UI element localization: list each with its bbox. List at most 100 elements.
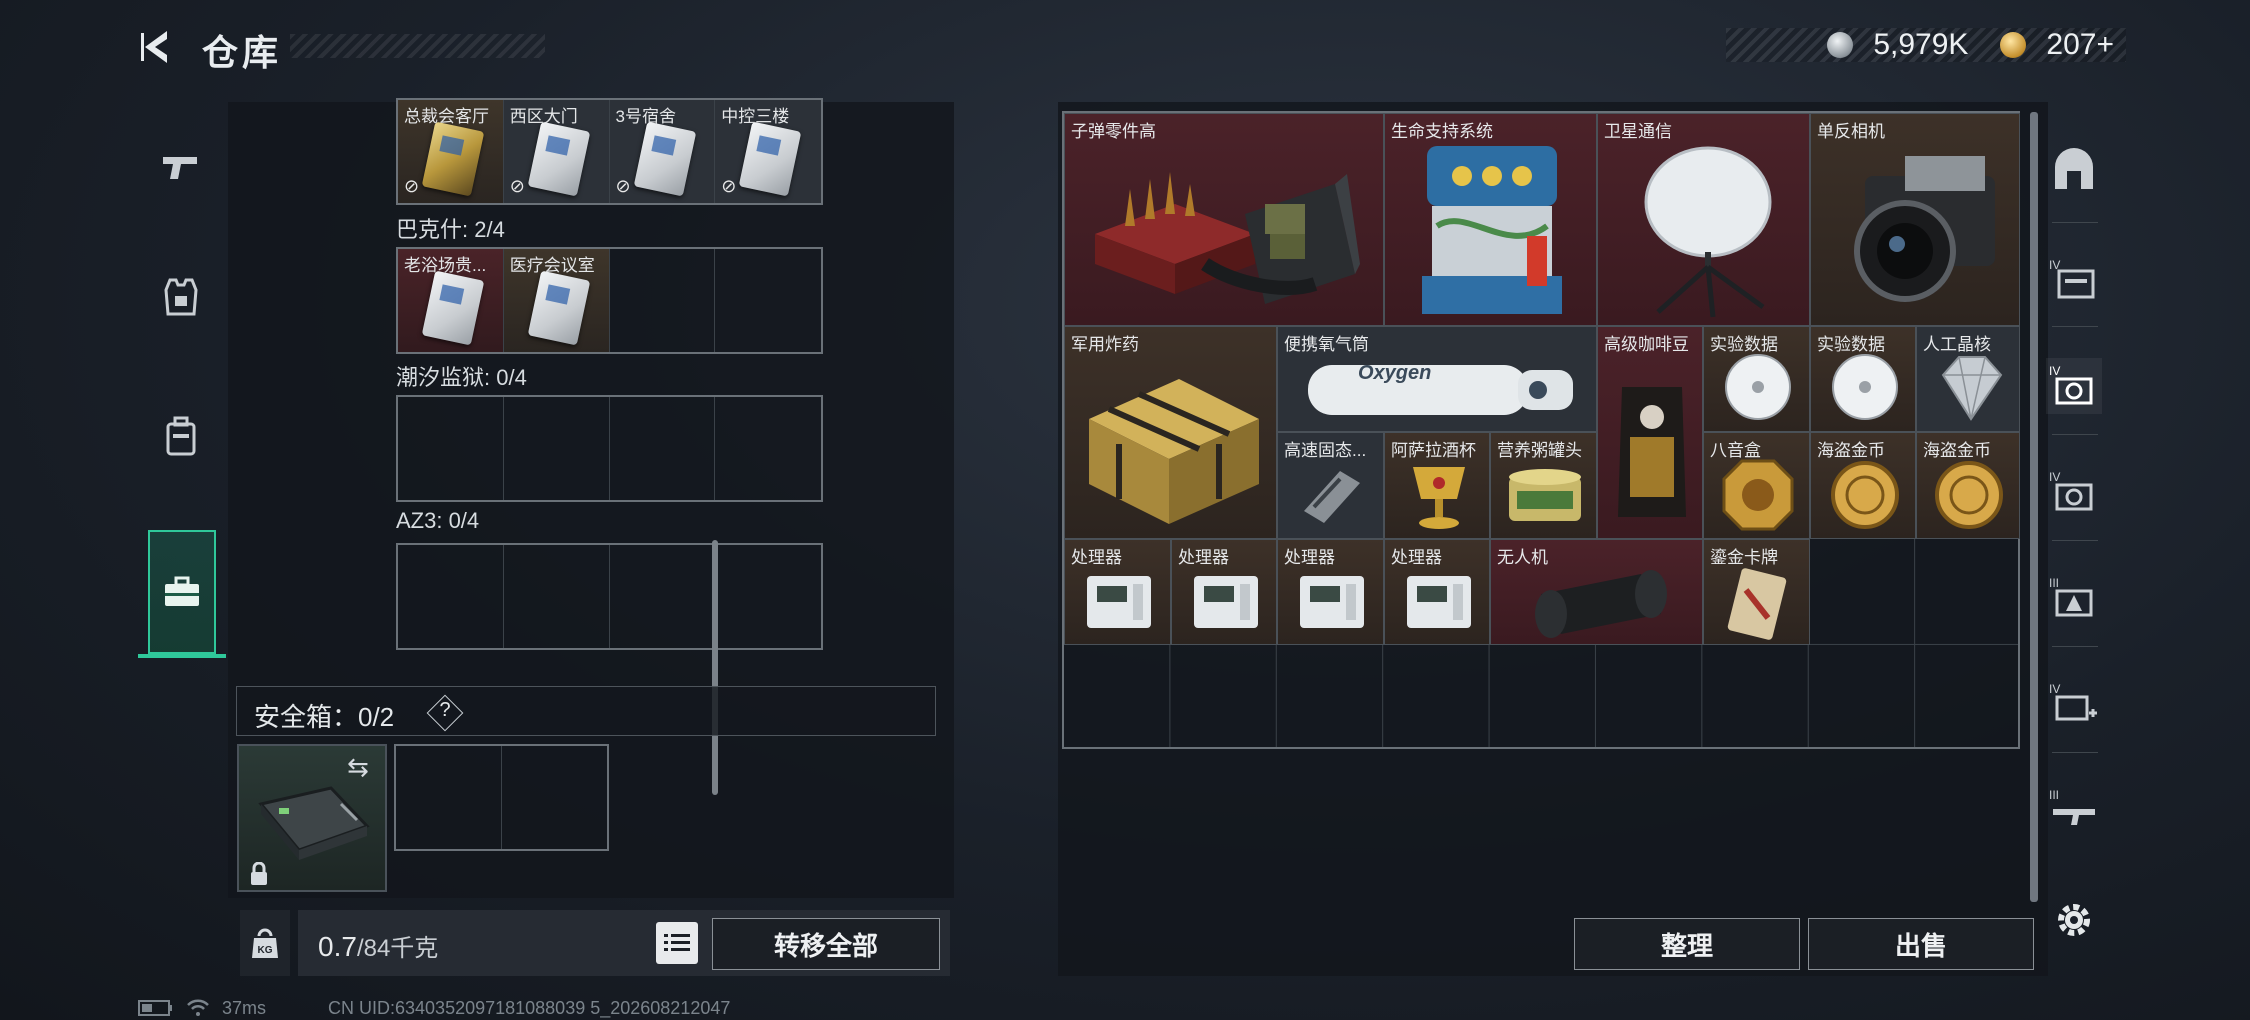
item-processor-2[interactable]: 处理器	[1171, 539, 1277, 645]
transfer-all-button[interactable]: 转移全部	[712, 918, 940, 970]
item-artificial-crystal[interactable]: 人工晶核	[1916, 326, 2020, 432]
key-slot[interactable]: 医疗会议室	[503, 249, 610, 352]
camera-icon	[1854, 156, 1995, 302]
item-pirate-coin-1[interactable]: 海盗金币	[1810, 432, 1916, 539]
processor-module-icon	[1194, 576, 1258, 628]
empty-key-slot[interactable]	[398, 545, 504, 648]
item-satellite-comm[interactable]: 卫星通信	[1597, 113, 1810, 326]
backpack-icon	[166, 416, 196, 456]
unusable-icon: ⊘	[509, 176, 525, 196]
gold-currency-value[interactable]: 207+	[2046, 28, 2114, 62]
tab-tier4-container[interactable]: IV	[2046, 252, 2102, 308]
section-label-bakesh: 巴克什: 2/4	[396, 217, 505, 242]
key-slot[interactable]: 中控三楼 ⊘	[715, 100, 821, 203]
key-slot[interactable]: 西区大门 ⊘	[503, 100, 610, 203]
tab-tier4-camera[interactable]: IV	[2046, 358, 2102, 414]
key-slot-row: 老浴场贵... 医疗会议室	[396, 247, 823, 354]
empty-key-slot[interactable]	[504, 397, 610, 500]
key-slot[interactable]: 老浴场贵...	[398, 249, 504, 352]
tab-tier3-warning[interactable]: III	[2046, 570, 2102, 626]
nav-backpack[interactable]	[138, 372, 224, 500]
key-slot[interactable]: 总裁会客厅 ⊘	[398, 100, 504, 203]
empty-key-slot[interactable]	[715, 397, 821, 500]
battery-icon	[138, 1000, 172, 1016]
processor-module-icon	[1407, 576, 1471, 628]
tier4-camera-alt-icon: IV	[2049, 470, 2093, 511]
item-solid-state-drive[interactable]: 高速固态...	[1277, 432, 1384, 539]
vault-icon	[2055, 148, 2093, 189]
chalice-icon	[1413, 467, 1465, 529]
empty-safe-slot[interactable]	[502, 746, 608, 849]
unusable-icon: ⊘	[615, 176, 631, 196]
item-oxygen-tank[interactable]: 便携氧气筒 Oxygen	[1277, 326, 1597, 432]
svg-text:Oxygen: Oxygen	[1358, 362, 1431, 384]
empty-key-slot[interactable]	[715, 545, 821, 648]
item-processor-3[interactable]: 处理器	[1277, 539, 1384, 645]
empty-key-slot[interactable]	[398, 397, 504, 500]
octagon-box-icon	[1722, 459, 1794, 531]
nav-keys-toolbox[interactable]	[138, 530, 226, 658]
backpack-scrollbar[interactable]	[712, 540, 718, 795]
empty-key-slot[interactable]	[610, 249, 716, 352]
key-slot[interactable]: 3号宿舍 ⊘	[609, 100, 716, 203]
left-category-nav	[138, 102, 226, 672]
item-name: 单反相机	[1817, 122, 1885, 141]
nav-armor[interactable]	[138, 232, 224, 360]
weight-value: 0.7/84千克	[318, 931, 439, 962]
item-name: 营养粥罐头	[1497, 441, 1582, 460]
tier3-warning-icon: III	[2049, 576, 2093, 617]
ammo-crate-icon	[1095, 172, 1360, 304]
item-processor-1[interactable]: 处理器	[1064, 539, 1171, 645]
empty-key-slot[interactable]	[715, 249, 821, 352]
list-view-button[interactable]	[656, 922, 698, 964]
item-military-explosive[interactable]: 军用炸药	[1064, 326, 1277, 539]
item-slr-camera[interactable]: 单反相机	[1810, 113, 2020, 326]
item-experiment-data-1[interactable]: 实验数据	[1703, 326, 1810, 432]
section-label-az3: AZ3: 0/4	[396, 508, 480, 533]
item-processor-4[interactable]: 处理器	[1384, 539, 1490, 645]
explosive-crate-icon	[1089, 379, 1259, 524]
warehouse-scrollbar[interactable]	[2030, 112, 2038, 902]
sort-button[interactable]: 整理	[1574, 918, 1800, 970]
item-name: 军用炸药	[1071, 335, 1139, 354]
empty-key-slot[interactable]	[610, 545, 716, 648]
keycard-icon	[421, 270, 485, 346]
life-support-machine-icon	[1422, 146, 1562, 314]
empty-key-slot[interactable]	[504, 545, 610, 648]
settings-button[interactable]	[2046, 892, 2102, 948]
item-music-box[interactable]: 八音盒	[1703, 432, 1810, 539]
safe-box-container[interactable]: ⇆	[237, 744, 387, 892]
empty-safe-slot[interactable]	[396, 746, 502, 849]
item-canned-porridge[interactable]: 营养粥罐头	[1490, 432, 1597, 539]
user-uid: CN UID:6340352097181088039 5_20260821204…	[328, 997, 731, 1018]
item-asara-chalice[interactable]: 阿萨拉酒杯	[1384, 432, 1490, 539]
item-life-support[interactable]: 生命支持系统	[1384, 113, 1597, 326]
nav-weapons[interactable]	[138, 102, 224, 230]
item-name: 实验数据	[1817, 335, 1885, 354]
settings-gear-icon	[2058, 904, 2090, 936]
svg-text:IV: IV	[2049, 682, 2060, 696]
item-name: 便携氧气筒	[1284, 335, 1369, 354]
processor-module-icon	[1087, 576, 1151, 628]
tab-tier4-medkit[interactable]: IV	[2046, 676, 2102, 732]
item-ammo-parts[interactable]: 子弹零件高	[1064, 113, 1384, 326]
empty-key-slot[interactable]	[610, 397, 716, 500]
coffee-bag-icon	[1618, 387, 1686, 517]
oxygen-cylinder-icon: Oxygen	[1308, 362, 1573, 415]
item-premium-coffee[interactable]: 高级咖啡豆	[1597, 326, 1703, 539]
unusable-icon: ⊘	[721, 176, 737, 196]
tier4-medkit-icon: IV	[2049, 682, 2097, 721]
title-decoration	[290, 34, 545, 58]
swap-arrows-icon[interactable]: ⇆	[347, 752, 369, 783]
tab-tier3-rifle[interactable]: III	[2046, 782, 2102, 838]
item-experiment-data-2[interactable]: 实验数据	[1810, 326, 1916, 432]
item-drone[interactable]: 无人机	[1490, 539, 1703, 645]
item-pirate-coin-2[interactable]: 海盗金币	[1916, 432, 2020, 539]
tab-tier4-camera-alt[interactable]: IV	[2046, 464, 2102, 520]
item-gilded-card[interactable]: 鎏金卡牌	[1703, 539, 1810, 645]
back-button[interactable]	[132, 22, 182, 72]
tab-vault[interactable]	[2046, 142, 2102, 198]
sell-button[interactable]: 出售	[1808, 918, 2034, 970]
item-name: 高速固态...	[1284, 441, 1367, 460]
warehouse-grid: 子弹零件高 生命支持系统 卫星通信 单反相机 军用炸药 便携氧气筒 Oxygen…	[1062, 111, 2020, 749]
